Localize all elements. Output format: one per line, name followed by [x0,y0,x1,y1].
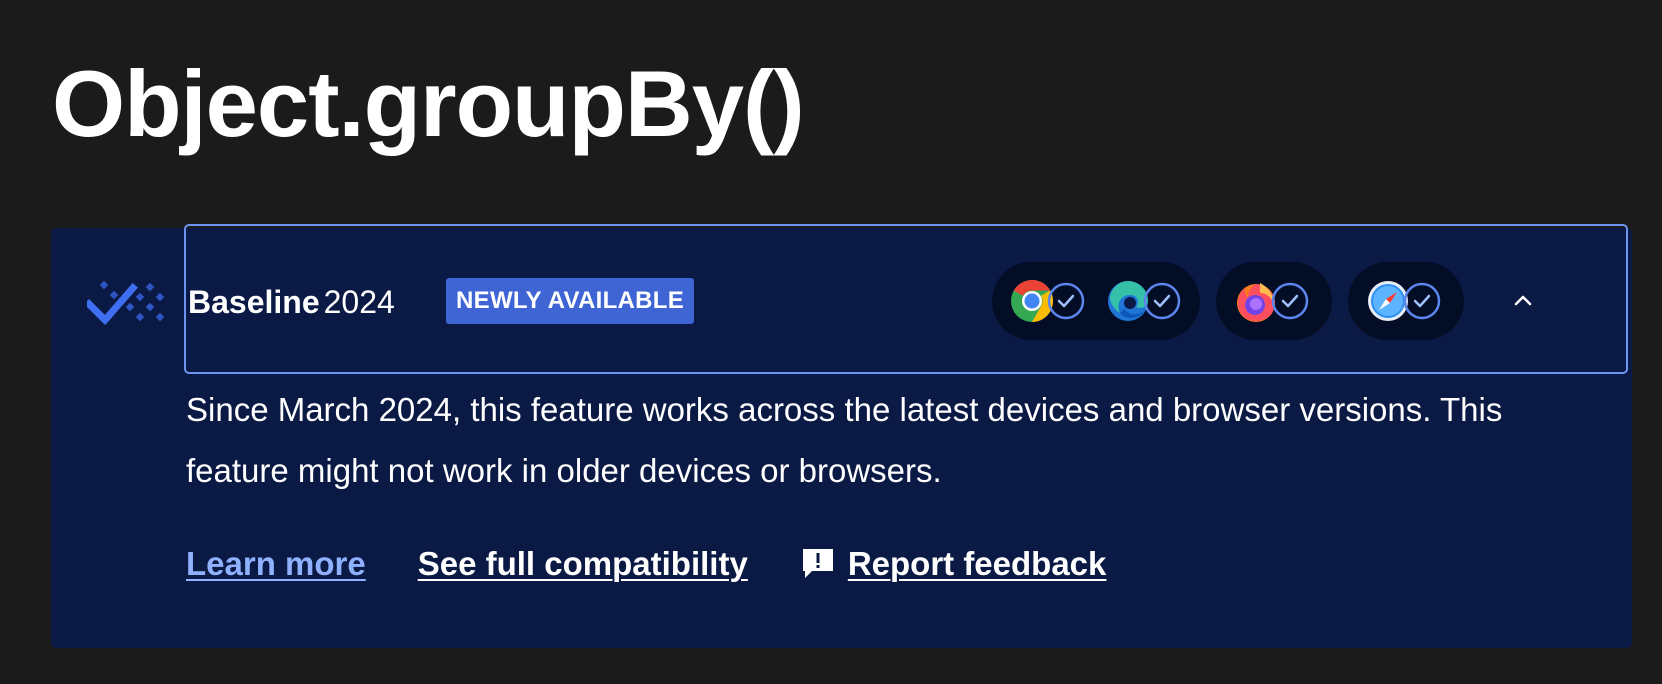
baseline-label: Baseline 2024 [188,284,395,320]
baseline-year: 2024 [323,284,395,320]
baseline-actions: Learn more See full compatibility Report… [186,542,1106,586]
learn-more-link[interactable]: Learn more [186,545,366,583]
supported-check-icon [1271,282,1309,320]
report-feedback-group: Report feedback [800,545,1107,583]
browser-group-firefox [1216,262,1332,340]
report-feedback-link[interactable]: Report feedback [848,545,1107,583]
browser-group-safari [1348,262,1464,340]
browser-support-edge [1106,279,1182,323]
feedback-icon [802,549,833,578]
newly-available-badge: NEWLY AVAILABLE [446,278,695,324]
supported-check-icon [1403,282,1441,320]
baseline-description: Since March 2024, this feature works acr… [186,391,1503,489]
supported-check-icon [1047,282,1085,320]
see-full-compatibility-link[interactable]: See full compatibility [418,545,748,583]
supported-check-icon [1143,282,1181,320]
page: Object.groupBy() Baseline 2024 NEWLY AVAI [0,0,1662,684]
browser-support-chrome [1010,279,1086,323]
page-title: Object.groupBy() [52,51,805,156]
chevron-up-icon[interactable] [1511,288,1535,312]
browser-support-firefox [1234,279,1310,323]
baseline-indicator: Baseline 2024 NEWLY AVAILABLE Since Marc… [51,224,1632,648]
browser-group-chromium [992,262,1200,340]
baseline-summary-toggle[interactable]: Baseline 2024 NEWLY AVAILABLE [184,224,1628,374]
baseline-check-icon [87,280,165,326]
browser-support-safari [1366,279,1442,323]
baseline-label-strong: Baseline [188,284,320,320]
